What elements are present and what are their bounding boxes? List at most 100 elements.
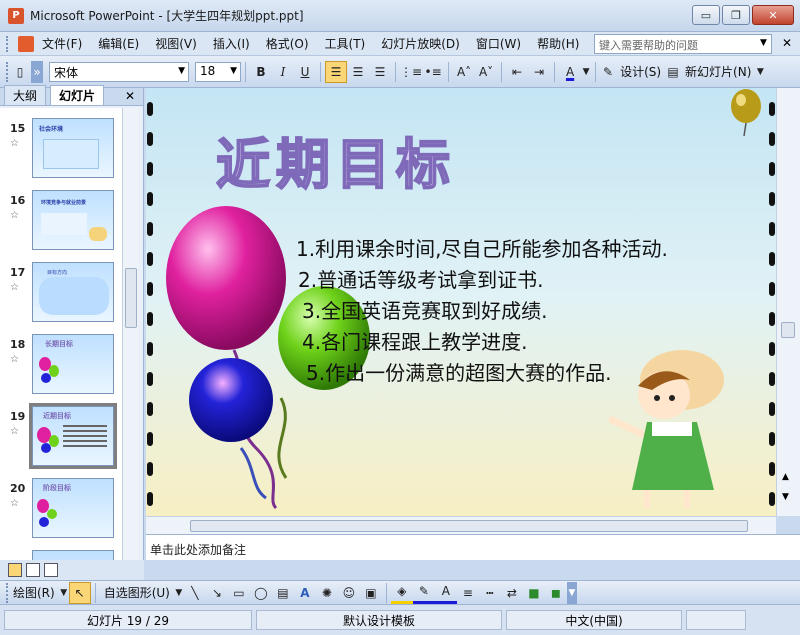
slide-sorter-icon[interactable]	[26, 563, 40, 577]
align-left-icon[interactable]: ☰	[325, 60, 347, 83]
line-icon[interactable]: ╲	[184, 582, 206, 604]
notes-pane[interactable]: 单击此处添加备注	[146, 534, 800, 560]
tab-outline[interactable]: 大纲	[4, 85, 47, 105]
slide-bullets[interactable]: 1.利用课余时间,尽自己所能参加各种活动. 2.普通话等级考试拿到证书. 3.全…	[296, 234, 668, 389]
font-size-select[interactable]: 18 ▼	[195, 61, 241, 82]
rectangle-icon[interactable]: ▭	[228, 582, 250, 604]
thumbnail-image[interactable]: 目标方向	[32, 262, 114, 322]
next-slide-icon[interactable]: ▼	[782, 492, 789, 502]
textbox-icon[interactable]: ▤	[272, 582, 294, 604]
scrollbar-thumb[interactable]	[190, 520, 748, 532]
shadow-icon[interactable]: ■	[523, 582, 545, 604]
arrow-icon[interactable]: ↘	[206, 582, 228, 604]
italic-button[interactable]: I	[272, 61, 294, 83]
thumbnail-image[interactable]: 社会环境	[32, 118, 114, 178]
diagram-icon[interactable]: ✺	[316, 582, 338, 604]
menu-format[interactable]: 格式(O)	[258, 35, 317, 52]
slide-horizontal-scrollbar[interactable]	[146, 516, 776, 534]
font-color-icon[interactable]: A	[434, 582, 457, 604]
font-color-dropdown-icon[interactable]: ▼	[581, 61, 591, 83]
chevron-down-icon[interactable]: ▼	[174, 582, 184, 604]
document-icon[interactable]	[18, 35, 34, 52]
thumbnail-image[interactable]	[32, 550, 114, 560]
font-name-select[interactable]: 宋体 ▼	[49, 61, 189, 82]
chevron-down-icon[interactable]: ▼	[178, 66, 185, 76]
film-hole	[147, 432, 153, 446]
thumbnail-17[interactable]: 17 ☆ 目标方向	[0, 260, 122, 330]
design-icon[interactable]: ✎	[600, 61, 616, 83]
menu-help[interactable]: 帮助(H)	[529, 35, 587, 52]
minimize-button[interactable]: ▭	[692, 5, 720, 25]
toolbar-overflow-icon[interactable]: ▼	[566, 581, 577, 604]
menu-edit[interactable]: 编辑(E)	[90, 35, 147, 52]
picture-icon[interactable]: ▣	[360, 582, 382, 604]
tab-slides[interactable]: 幻灯片	[50, 85, 105, 105]
panel-tabs: 大纲 幻灯片 ✕	[0, 85, 143, 106]
select-pointer-icon[interactable]: ↖	[68, 581, 91, 604]
menu-insert[interactable]: 插入(I)	[205, 35, 258, 52]
chevron-down-icon[interactable]: ▼	[59, 582, 69, 604]
draw-menu-button[interactable]: 绘图(R)	[9, 584, 59, 601]
grow-font-icon[interactable]: A˄	[453, 61, 475, 83]
align-center-icon[interactable]: ☰	[347, 61, 369, 83]
underline-button[interactable]: U	[294, 61, 316, 83]
toolbar-options-icon[interactable]: »	[31, 60, 43, 83]
thumbnail-16[interactable]: 16 ☆ 环境竞争与就业前景	[0, 188, 122, 258]
menu-view[interactable]: 视图(V)	[147, 35, 205, 52]
menu-file[interactable]: 文件(F)	[34, 35, 90, 52]
menu-window[interactable]: 窗口(W)	[468, 35, 529, 52]
thumbnail-15[interactable]: 15 ☆ 社会环境	[0, 116, 122, 186]
thumbnail-19[interactable]: 19 ☆ 近期目标	[0, 403, 122, 474]
arrow-style-icon[interactable]: ⇄	[501, 582, 523, 604]
menu-grip[interactable]	[6, 35, 10, 52]
decrease-indent-icon[interactable]: ⇤	[506, 61, 528, 83]
close-button[interactable]: ✕	[752, 5, 794, 25]
status-template[interactable]: 默认设计模板	[256, 610, 502, 630]
fill-color-icon[interactable]: ◈	[390, 582, 413, 604]
scrollbar-thumb[interactable]	[781, 322, 795, 338]
chevron-down-icon[interactable]: ▼	[230, 66, 237, 76]
thumbnail-scrollbar[interactable]	[122, 108, 139, 560]
3d-style-icon[interactable]: ◼	[545, 582, 567, 604]
slide-canvas[interactable]: 近期目标 1.利用课余时间,尽自己所能参加各种活动. 2.普通话等级考试拿到证书…	[146, 88, 776, 516]
numbered-list-icon[interactable]: ⋮≡	[400, 61, 422, 83]
thumbnail-partial[interactable]	[0, 548, 122, 560]
shrink-font-icon[interactable]: A˅	[475, 61, 497, 83]
thumbnail-image[interactable]: 阶段目标	[32, 478, 114, 538]
new-slide-button[interactable]: 新幻灯片(N)	[681, 63, 755, 80]
help-search-input[interactable]: 键入需要帮助的问题	[594, 34, 772, 54]
slideshow-icon[interactable]	[44, 563, 58, 577]
new-slide-icon[interactable]: ▤	[665, 61, 681, 83]
scrollbar-thumb[interactable]	[125, 268, 137, 328]
font-color-icon[interactable]: A	[559, 61, 581, 83]
bullet-list-icon[interactable]: •≡	[422, 61, 444, 83]
toolbar-overflow-icon[interactable]: ▼	[755, 61, 765, 83]
thumbnail-18[interactable]: 18 ☆ 长期目标	[0, 332, 122, 402]
bold-button[interactable]: B	[250, 61, 272, 83]
new-document-icon[interactable]: ▯	[9, 61, 31, 83]
prev-slide-icon[interactable]: ▲	[782, 472, 789, 482]
slide-title[interactable]: 近期目标	[215, 120, 456, 199]
increase-indent-icon[interactable]: ⇥	[528, 61, 550, 83]
menu-slideshow[interactable]: 幻灯片放映(D)	[373, 35, 468, 52]
align-right-icon[interactable]: ☰	[369, 61, 391, 83]
line-color-icon[interactable]: ✎	[412, 582, 435, 604]
restore-button[interactable]: ❐	[722, 5, 750, 25]
autoshapes-button[interactable]: 自选图形(U)	[100, 584, 174, 601]
line-style-icon[interactable]: ≡	[457, 582, 479, 604]
thumbnail-20[interactable]: 20 ☆ 阶段目标	[0, 476, 122, 546]
clipart-icon[interactable]: ☺	[338, 582, 360, 604]
menu-tools[interactable]: 工具(T)	[317, 35, 374, 52]
thumbnail-image-selected[interactable]: 近期目标	[29, 403, 117, 469]
wordart-icon[interactable]: A	[294, 582, 316, 604]
dash-style-icon[interactable]: ┅	[479, 582, 501, 604]
slide-vertical-scrollbar[interactable]: ▲ ▼	[776, 88, 800, 516]
normal-view-icon[interactable]	[8, 563, 22, 577]
design-button[interactable]: 设计(S)	[616, 63, 665, 80]
panel-close-icon[interactable]: ✕	[125, 89, 135, 103]
oval-icon[interactable]: ◯	[250, 582, 272, 604]
doc-close-icon[interactable]: ✕	[782, 36, 792, 50]
thumbnail-image[interactable]: 环境竞争与就业前景	[32, 190, 114, 250]
thumbnail-image[interactable]: 长期目标	[32, 334, 114, 394]
help-dropdown-icon[interactable]: ▼	[760, 38, 767, 48]
